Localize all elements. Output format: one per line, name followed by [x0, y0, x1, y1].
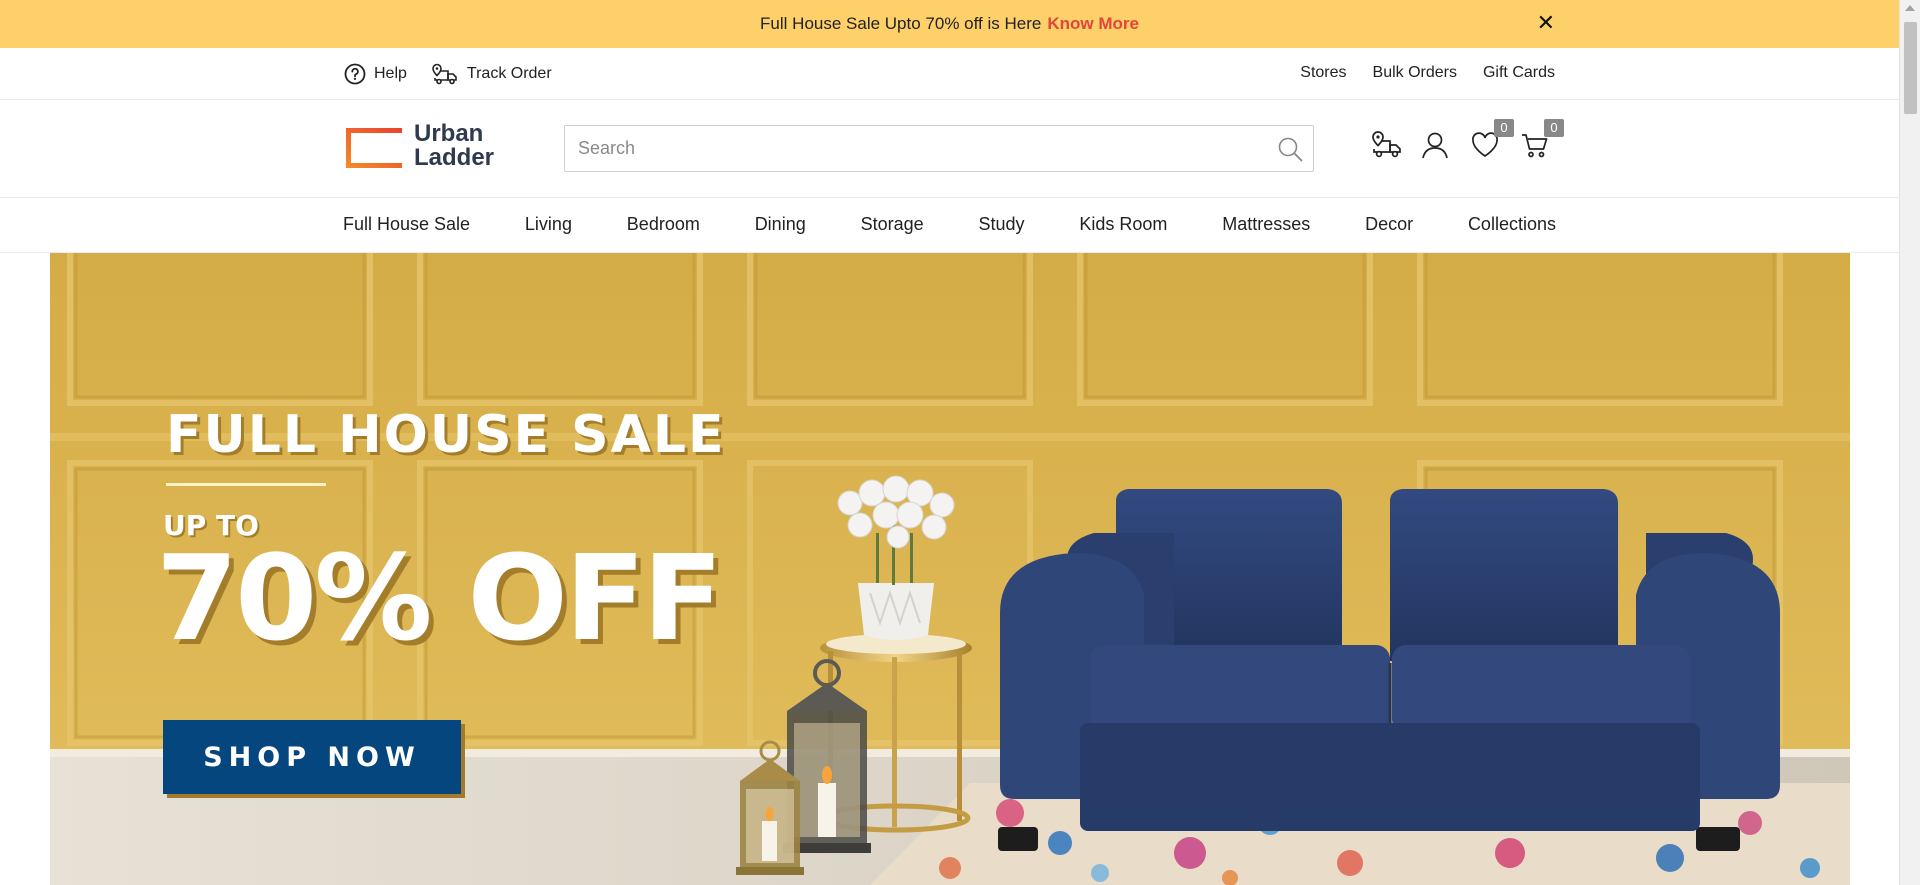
search-box [564, 125, 1314, 172]
know-more-link[interactable]: Know More [1047, 14, 1139, 34]
logo-line-1: Urban [414, 120, 484, 147]
logo[interactable]: Urban Ladder [344, 122, 494, 170]
cart-button[interactable]: 0 [1520, 119, 1564, 160]
store-locator-button[interactable] [1370, 130, 1401, 160]
page-scrollbar[interactable] [1899, 0, 1920, 885]
nav-item-bedroom[interactable]: Bedroom [627, 214, 700, 235]
nav-item-living[interactable]: Living [525, 214, 572, 235]
utility-bar: Help Track Order Stores Bulk Orders Gift… [0, 48, 1899, 100]
main-header: Urban Ladder 0 0 [0, 100, 1899, 198]
close-icon[interactable]: ✕ [1537, 12, 1555, 34]
track-order-link[interactable]: Track Order [431, 62, 552, 86]
hero-divider [166, 483, 326, 486]
scroll-up-arrow-icon[interactable] [1905, 5, 1915, 11]
help-icon [344, 63, 366, 85]
profile-button[interactable] [1420, 130, 1450, 160]
help-label: Help [374, 65, 407, 82]
wishlist-button[interactable]: 0 [1470, 119, 1514, 160]
hero-title: FULL HOUSE SALE [166, 405, 726, 465]
store-locator-icon [1372, 131, 1401, 158]
cart-count-badge: 0 [1544, 119, 1564, 137]
nav-item-dining[interactable]: Dining [755, 214, 806, 235]
scrollbar-thumb[interactable] [1904, 22, 1917, 114]
hero-banner[interactable]: FULL HOUSE SALE UP TO 70% OFF SHOP NOW [50, 253, 1850, 885]
stores-link[interactable]: Stores [1300, 64, 1346, 82]
nav-item-mattresses[interactable]: Mattresses [1222, 214, 1310, 235]
nav-item-full-house-sale[interactable]: Full House Sale [343, 214, 470, 235]
category-nav: Full House Sale Living Bedroom Dining St… [0, 198, 1899, 253]
track-order-icon [432, 63, 457, 85]
nav-item-storage[interactable]: Storage [861, 214, 924, 235]
logo-text: Urban Ladder [414, 122, 494, 170]
search-input[interactable] [565, 126, 1245, 171]
promo-banner: Full House Sale Upto 70% off is Here Kno… [0, 0, 1899, 48]
logo-line-2: Ladder [414, 144, 495, 171]
logo-mark-icon [346, 128, 402, 168]
hero-discount: 70% OFF [156, 529, 723, 667]
search-icon[interactable] [1277, 136, 1303, 162]
nav-item-study[interactable]: Study [978, 214, 1024, 235]
bulk-orders-link[interactable]: Bulk Orders [1373, 64, 1457, 82]
nav-item-decor[interactable]: Decor [1365, 214, 1413, 235]
nav-item-kids-room[interactable]: Kids Room [1079, 214, 1167, 235]
shop-now-button[interactable]: SHOP NOW [163, 720, 461, 794]
wishlist-count-badge: 0 [1494, 119, 1514, 137]
track-order-label: Track Order [466, 65, 552, 82]
help-link[interactable]: Help [344, 62, 407, 86]
nav-item-collections[interactable]: Collections [1468, 214, 1556, 235]
profile-icon [1422, 132, 1448, 159]
gift-cards-link[interactable]: Gift Cards [1483, 64, 1555, 82]
promo-text: Full House Sale Upto 70% off is Here [760, 14, 1042, 33]
